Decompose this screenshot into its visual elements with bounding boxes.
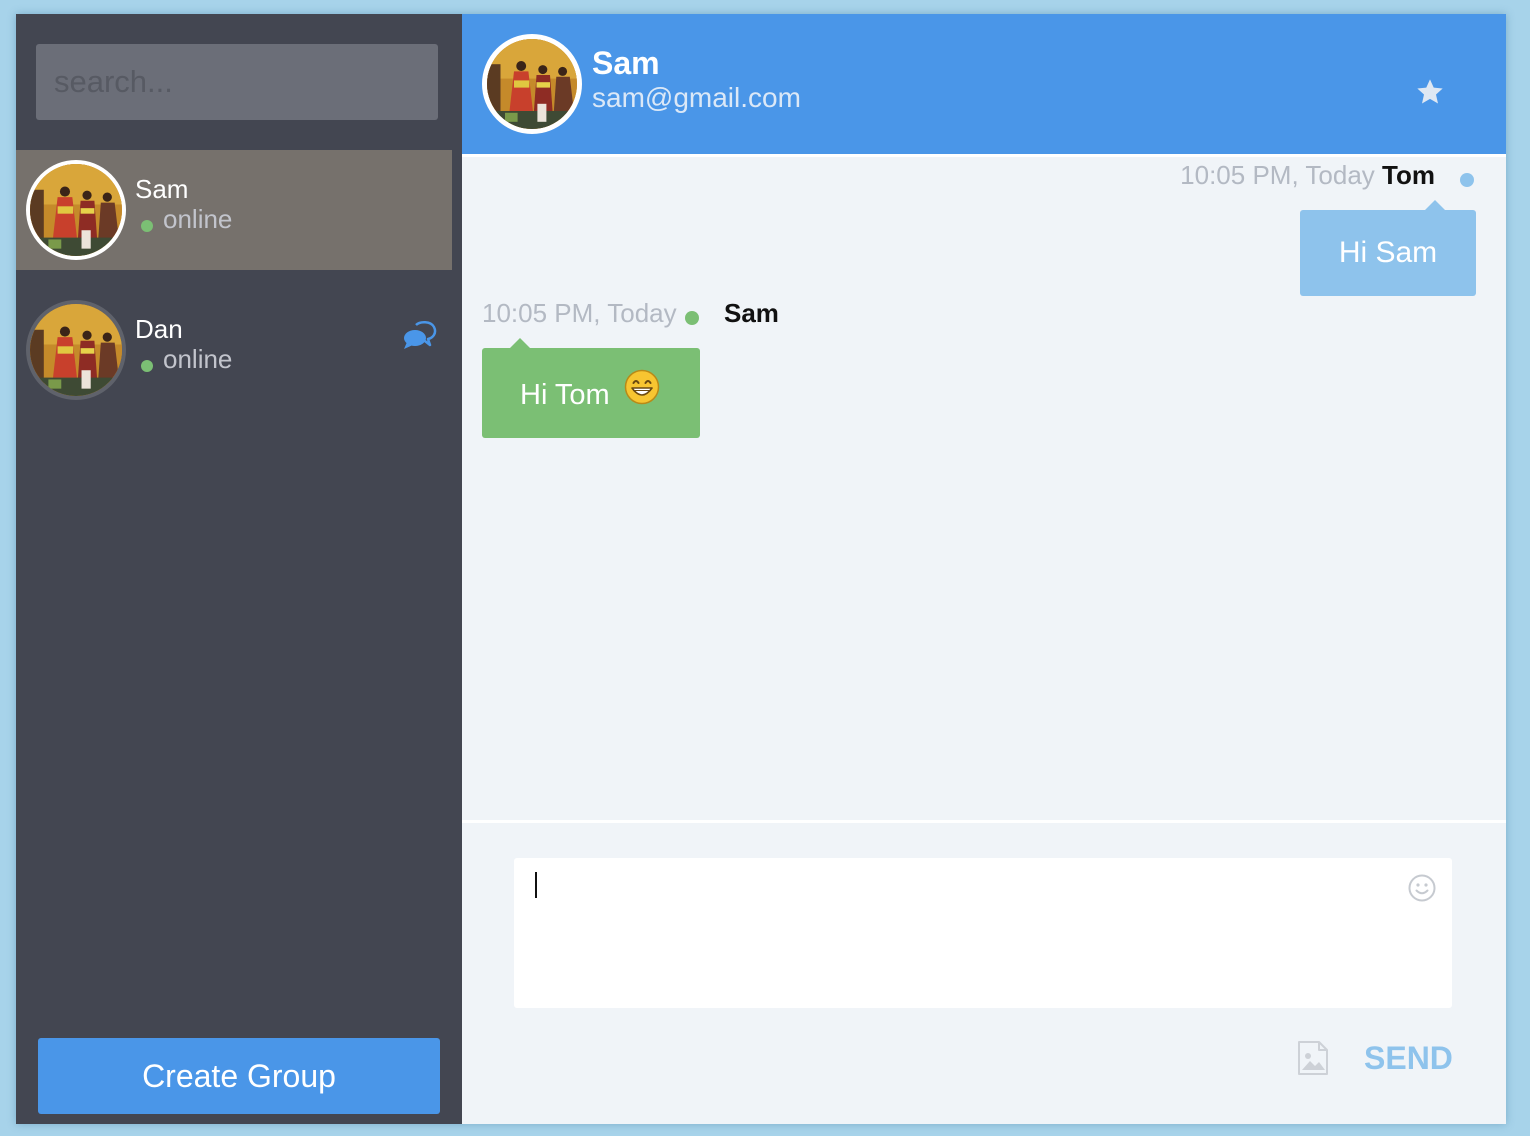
contact-name: Dan bbox=[135, 314, 183, 344]
contact-item-dan[interactable]: Dan online bbox=[16, 290, 452, 410]
message-text: Hi Tom bbox=[520, 379, 610, 411]
grinning-face-emoji bbox=[624, 369, 660, 405]
search-input[interactable] bbox=[36, 44, 438, 120]
chat-contact-email: sam@gmail.com bbox=[592, 82, 801, 113]
message-meta: 10:05 PM, Today bbox=[482, 298, 677, 328]
online-status-dot bbox=[141, 220, 153, 232]
message-author: Tom bbox=[1382, 160, 1435, 190]
message-author: Sam bbox=[724, 298, 779, 328]
chat-bubbles-icon[interactable] bbox=[403, 320, 437, 350]
star-icon[interactable] bbox=[1414, 76, 1446, 108]
chat-contact-name: Sam bbox=[592, 45, 660, 81]
avatar-photo bbox=[30, 304, 122, 396]
composer-divider bbox=[462, 820, 1506, 823]
author-status-dot bbox=[685, 311, 699, 325]
message-bubble-incoming: Hi Tom bbox=[482, 338, 700, 438]
author-status-dot bbox=[1460, 173, 1474, 187]
create-group-button[interactable]: Create Group bbox=[38, 1038, 440, 1114]
message-text: Hi Sam bbox=[1338, 236, 1438, 269]
online-status-dot bbox=[141, 360, 153, 372]
chat-header: Sam sam@gmail.com bbox=[462, 14, 1506, 154]
image-icon[interactable] bbox=[1297, 1040, 1329, 1076]
chat-app-window: Sam online Dan online Create Group Sam bbox=[16, 14, 1506, 1124]
contact-item-sam[interactable]: Sam online bbox=[16, 150, 452, 270]
avatar-photo bbox=[30, 164, 122, 256]
contact-status: online bbox=[163, 204, 233, 234]
contact-status: online bbox=[163, 344, 233, 374]
header-divider bbox=[462, 154, 1506, 157]
smiley-icon[interactable] bbox=[1408, 874, 1436, 902]
contact-name: Sam bbox=[135, 174, 189, 204]
message-timestamp: 10:05 PM, Today bbox=[482, 298, 677, 328]
message-author-wrap: Sam bbox=[724, 298, 779, 328]
avatar bbox=[26, 300, 126, 400]
message-timestamp: 10:05 PM, Today bbox=[1180, 160, 1375, 190]
message-bubble-outgoing: Hi Sam bbox=[1300, 200, 1476, 296]
message-composer bbox=[514, 858, 1452, 1008]
text-caret bbox=[535, 872, 537, 898]
message-meta: 10:05 PM, Today Tom bbox=[1180, 160, 1435, 190]
message-input[interactable] bbox=[514, 858, 1452, 1008]
avatar bbox=[482, 34, 582, 134]
avatar-photo bbox=[487, 39, 577, 129]
send-button[interactable]: SEND bbox=[1364, 1040, 1453, 1076]
sidebar: Sam online Dan online Create Group bbox=[16, 14, 462, 1124]
avatar bbox=[26, 160, 126, 260]
chat-panel: Sam sam@gmail.com 10:05 PM, Today Tom Hi… bbox=[462, 14, 1506, 1124]
